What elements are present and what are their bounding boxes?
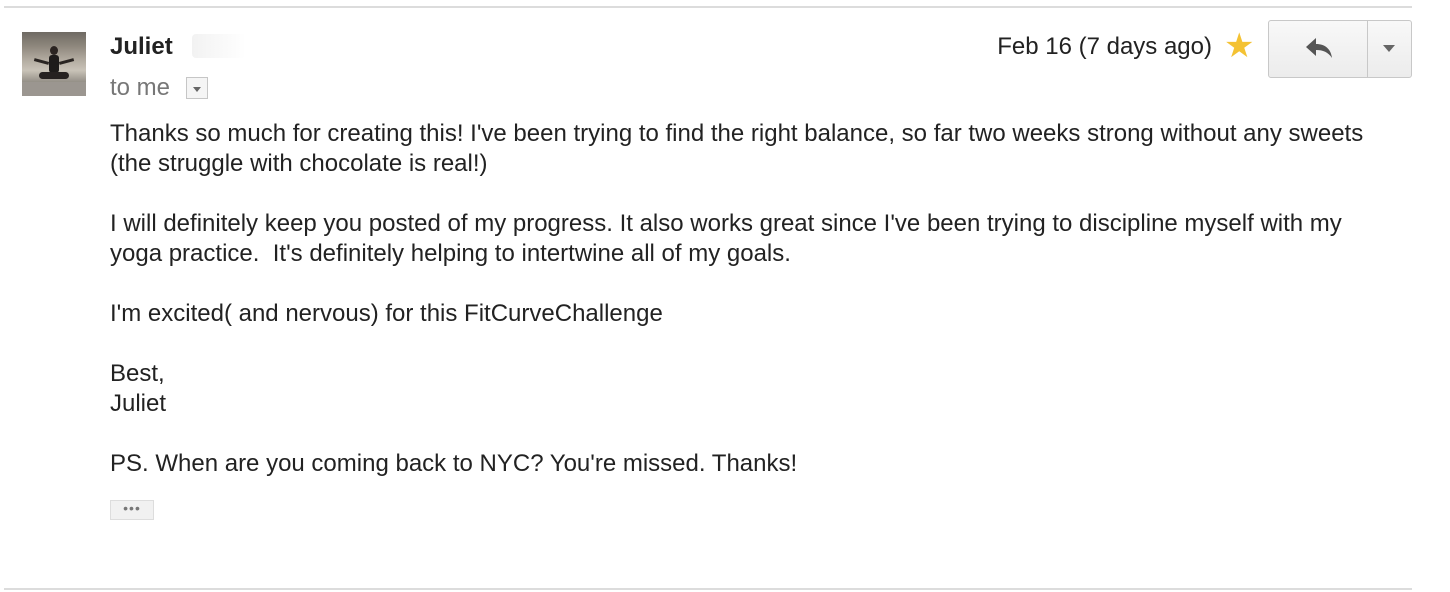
message-date[interactable]: Feb 16 (7 days ago) <box>997 33 1212 61</box>
recipient-label: to me <box>110 74 171 101</box>
body-paragraph: Thanks so much for creating this! I've b… <box>110 120 1370 177</box>
message-body: Thanks so much for creating this! I've b… <box>110 119 1400 509</box>
signature: Best, Juliet <box>110 360 167 417</box>
avatar-figure-arm <box>33 58 50 65</box>
reply-arrow-icon <box>1306 38 1332 58</box>
postscript: PS. When are you coming back to NYC? You… <box>110 450 798 477</box>
reply-button-group <box>1268 20 1412 78</box>
avatar-figure-arm <box>58 58 75 65</box>
avatar-ground <box>22 82 86 96</box>
body-paragraph: I'm excited( and nervous) for this FitCu… <box>110 300 663 327</box>
chevron-down-icon <box>1383 45 1395 52</box>
bottom-divider <box>4 588 1412 590</box>
avatar-figure-body <box>49 55 59 73</box>
avatar-figure-legs <box>39 72 69 79</box>
body-paragraph: I will definitely keep you posted of my … <box>110 210 1349 267</box>
top-divider <box>4 6 1412 8</box>
show-details-button[interactable] <box>186 77 208 99</box>
sender-name[interactable]: Juliet <box>110 33 173 61</box>
show-trimmed-content-button[interactable]: ••• <box>110 500 154 520</box>
details-dropdown-icon <box>193 87 201 92</box>
reply-button[interactable] <box>1269 21 1368 77</box>
sender-email-blurred <box>192 34 246 58</box>
avatar-figure-head <box>50 46 58 55</box>
sender-avatar[interactable] <box>22 32 86 96</box>
star-icon[interactable]: ★ <box>1224 29 1254 63</box>
more-options-button[interactable] <box>1368 21 1411 77</box>
